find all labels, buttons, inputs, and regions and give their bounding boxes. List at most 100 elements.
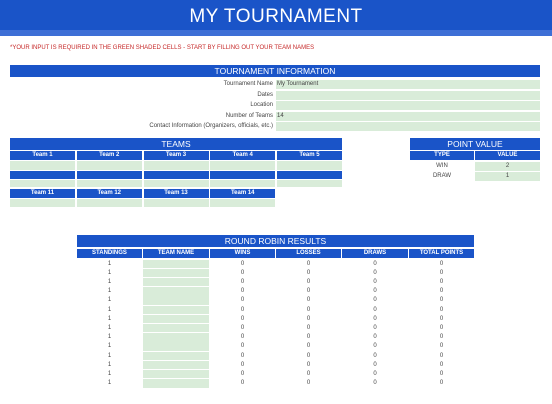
results-cell: 0 [306, 380, 311, 387]
results-cell: 0 [306, 269, 311, 276]
point-value-cell[interactable]: 1 [475, 172, 540, 181]
team-name-cell[interactable] [76, 180, 142, 187]
team-name-cell[interactable] [76, 199, 142, 207]
results-cell: 0 [240, 361, 245, 368]
results-cell[interactable] [143, 323, 209, 333]
team-header-14: Team 14 [210, 189, 276, 198]
results-cell: 0 [306, 324, 311, 331]
results-cell: 0 [439, 306, 444, 313]
team-name-cell[interactable] [210, 180, 276, 187]
info-value-cell[interactable] [276, 90, 540, 100]
results-cell[interactable] [143, 342, 209, 351]
team-header-1: Team 1 [10, 151, 75, 160]
info-label: Tournament Name [223, 81, 273, 87]
team-name-cell[interactable] [210, 199, 276, 207]
results-cell: 1 [107, 269, 112, 276]
team-name-cell[interactable] [277, 180, 342, 187]
team-name-cell[interactable] [10, 180, 75, 187]
results-cell: 0 [240, 334, 245, 341]
instruction-note: *YOUR INPUT IS REQUIRED IN THE GREEN SHA… [10, 45, 315, 51]
results-cell: 0 [373, 380, 377, 387]
results-cell: 0 [240, 278, 245, 285]
results-cell: 0 [240, 324, 245, 331]
results-cell: 1 [107, 288, 112, 295]
results-cell: 0 [373, 334, 377, 341]
results-cell: 0 [439, 324, 444, 331]
results-cell: 0 [373, 343, 377, 350]
results-cell[interactable] [143, 314, 209, 324]
results-cell: 0 [240, 269, 245, 276]
team-header-blank [143, 171, 209, 179]
results-column-header: STANDINGS [77, 249, 142, 258]
team-header-blank [277, 171, 342, 179]
info-value-cell[interactable]: My Tournament [276, 80, 540, 89]
team-name-cell[interactable] [143, 199, 209, 207]
team-name-cell[interactable] [277, 161, 342, 170]
point-value-header: POINT VALUE [410, 138, 540, 150]
team-name-cell[interactable] [76, 161, 142, 170]
results-cell[interactable] [143, 360, 209, 370]
results-cell: 0 [373, 361, 377, 368]
results-cell: 0 [373, 288, 377, 295]
results-cell[interactable] [143, 351, 209, 360]
results-cell: 0 [306, 334, 311, 341]
results-cell: 0 [373, 315, 377, 322]
results-cell: 1 [107, 334, 112, 341]
results-cell[interactable] [143, 259, 209, 268]
results-cell: 0 [439, 260, 444, 267]
results-cell[interactable] [143, 333, 209, 342]
info-value-cell[interactable]: 14 [276, 111, 540, 121]
team-header-blank [210, 171, 276, 179]
point-type-column-header: TYPE [410, 151, 474, 160]
results-cell: 0 [439, 361, 444, 368]
results-cell: 0 [240, 315, 245, 322]
team-header-13: Team 13 [143, 189, 209, 198]
results-cell: 0 [240, 288, 245, 295]
results-cell: 0 [439, 278, 444, 285]
results-cell: 0 [439, 380, 444, 387]
info-label: Location [250, 102, 273, 108]
results-cell[interactable] [143, 268, 209, 278]
team-header-11: Team 11 [10, 189, 75, 198]
team-name-cell[interactable] [210, 161, 276, 170]
results-cell[interactable] [143, 379, 209, 388]
results-cell: 0 [306, 260, 311, 267]
results-cell[interactable] [143, 296, 209, 305]
results-cell: 0 [373, 352, 377, 359]
results-cell: 1 [107, 380, 112, 387]
results-cell: 0 [240, 260, 245, 267]
results-cell: 0 [306, 352, 311, 359]
results-cell[interactable] [143, 305, 209, 314]
results-cell: 1 [107, 352, 112, 359]
results-cell: 0 [439, 269, 444, 276]
results-cell[interactable] [143, 369, 209, 379]
results-column-header: TOTAL POINTS [409, 249, 474, 258]
results-cell: 0 [439, 370, 444, 377]
teams-header: TEAMS [10, 138, 342, 150]
results-cell: 0 [306, 343, 311, 350]
results-cell[interactable] [143, 277, 209, 287]
results-cell: 1 [107, 324, 112, 331]
team-name-cell[interactable] [10, 199, 75, 207]
results-cell: 0 [240, 306, 245, 313]
info-label: Dates [257, 91, 273, 98]
results-cell: 0 [240, 297, 245, 304]
info-value-cell[interactable] [276, 101, 540, 110]
results-cell: 1 [107, 278, 112, 285]
team-name-cell[interactable] [10, 161, 75, 170]
team-name-cell[interactable] [143, 161, 209, 170]
results-column-header: TEAM NAME [143, 249, 209, 258]
results-cell: 0 [306, 288, 311, 295]
results-cell[interactable] [143, 287, 209, 296]
results-cell: 0 [306, 306, 311, 313]
results-cell: 0 [373, 370, 377, 377]
info-value-cell[interactable] [276, 122, 540, 131]
results-column-header: WINS [210, 249, 275, 258]
team-name-cell[interactable] [143, 180, 209, 187]
team-header-blank [10, 171, 75, 179]
results-cell: 0 [439, 288, 444, 295]
results-cell: 0 [306, 297, 311, 304]
results-column-header: LOSSES [276, 249, 341, 258]
team-header-5: Team 5 [277, 151, 342, 160]
point-value-cell[interactable]: 2 [475, 162, 540, 171]
